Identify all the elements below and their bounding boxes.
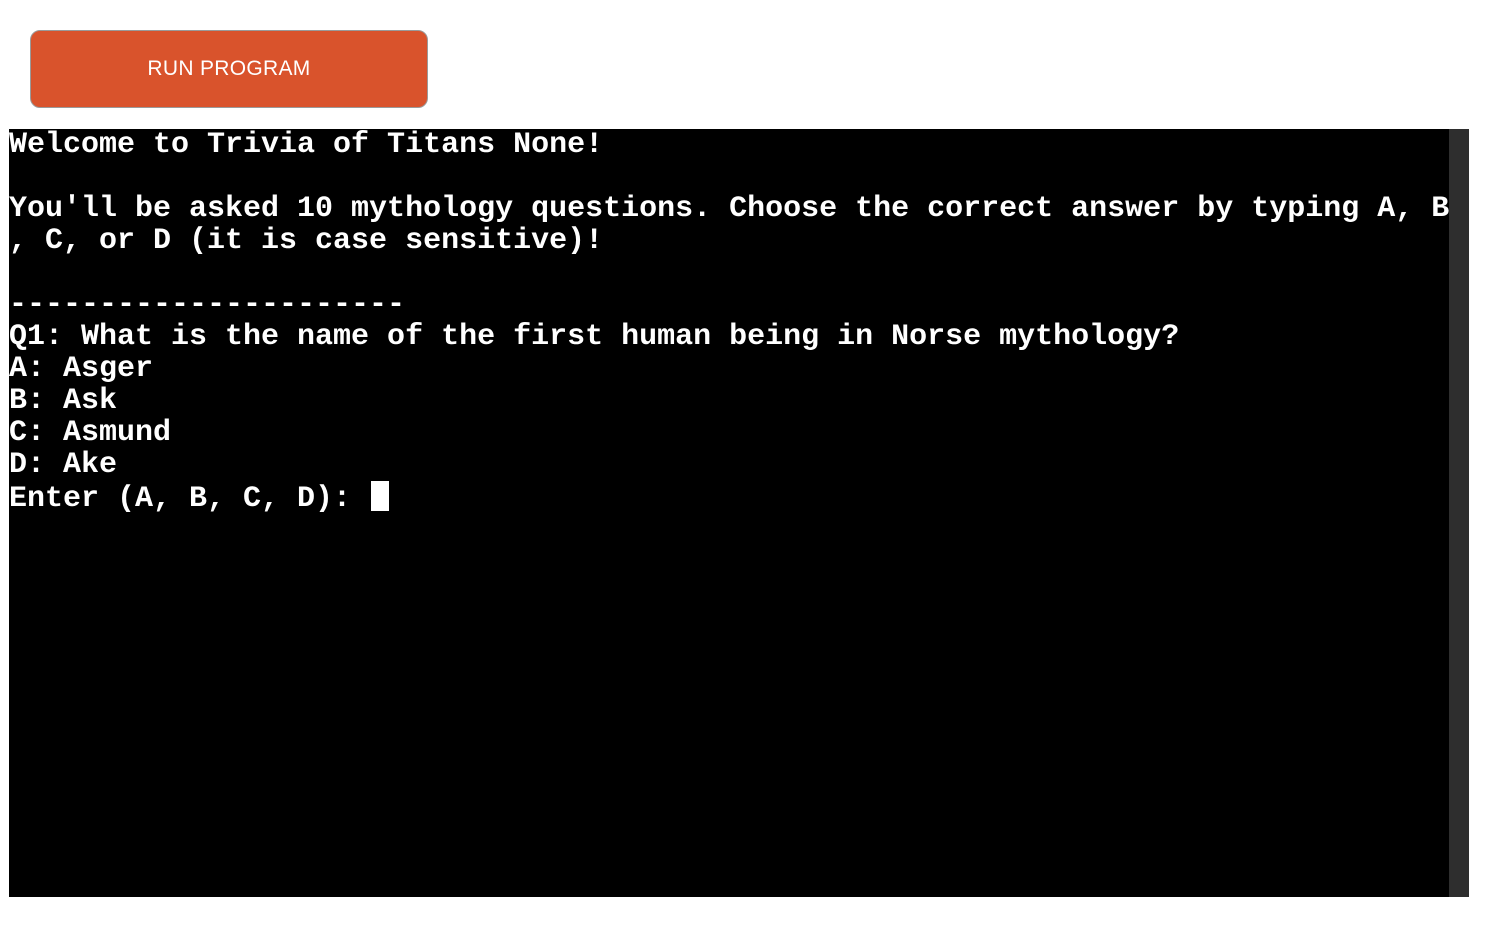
run-program-button[interactable]: RUN PROGRAM <box>30 30 428 108</box>
terminal-line: Q1: What is the name of the first human … <box>9 320 1180 354</box>
terminal-cursor[interactable] <box>371 481 390 511</box>
terminal-line: C: Asmund <box>9 416 172 450</box>
terminal-line: Welcome to Trivia of Titans None! <box>9 129 604 162</box>
terminal-line: ---------------------- <box>9 288 406 322</box>
terminal-line: B: Ask <box>9 384 118 418</box>
terminal-scrollbar[interactable] <box>1449 129 1469 897</box>
terminal-screen[interactable]: Welcome to Trivia of Titans None! You'll… <box>9 129 1449 897</box>
terminal-line: D: Ake <box>9 448 118 482</box>
terminal-prompt: Enter (A, B, C, D): <box>9 482 370 516</box>
terminal-line: , C, or D (it is case sensitive)! <box>9 224 604 258</box>
terminal-line: A: Asger <box>9 352 154 386</box>
terminal-prompt-line[interactable]: Enter (A, B, C, D): <box>9 481 1449 516</box>
terminal-line: You'll be asked 10 mythology questions. … <box>9 192 1450 226</box>
terminal-window[interactable]: Welcome to Trivia of Titans None! You'll… <box>9 129 1469 897</box>
